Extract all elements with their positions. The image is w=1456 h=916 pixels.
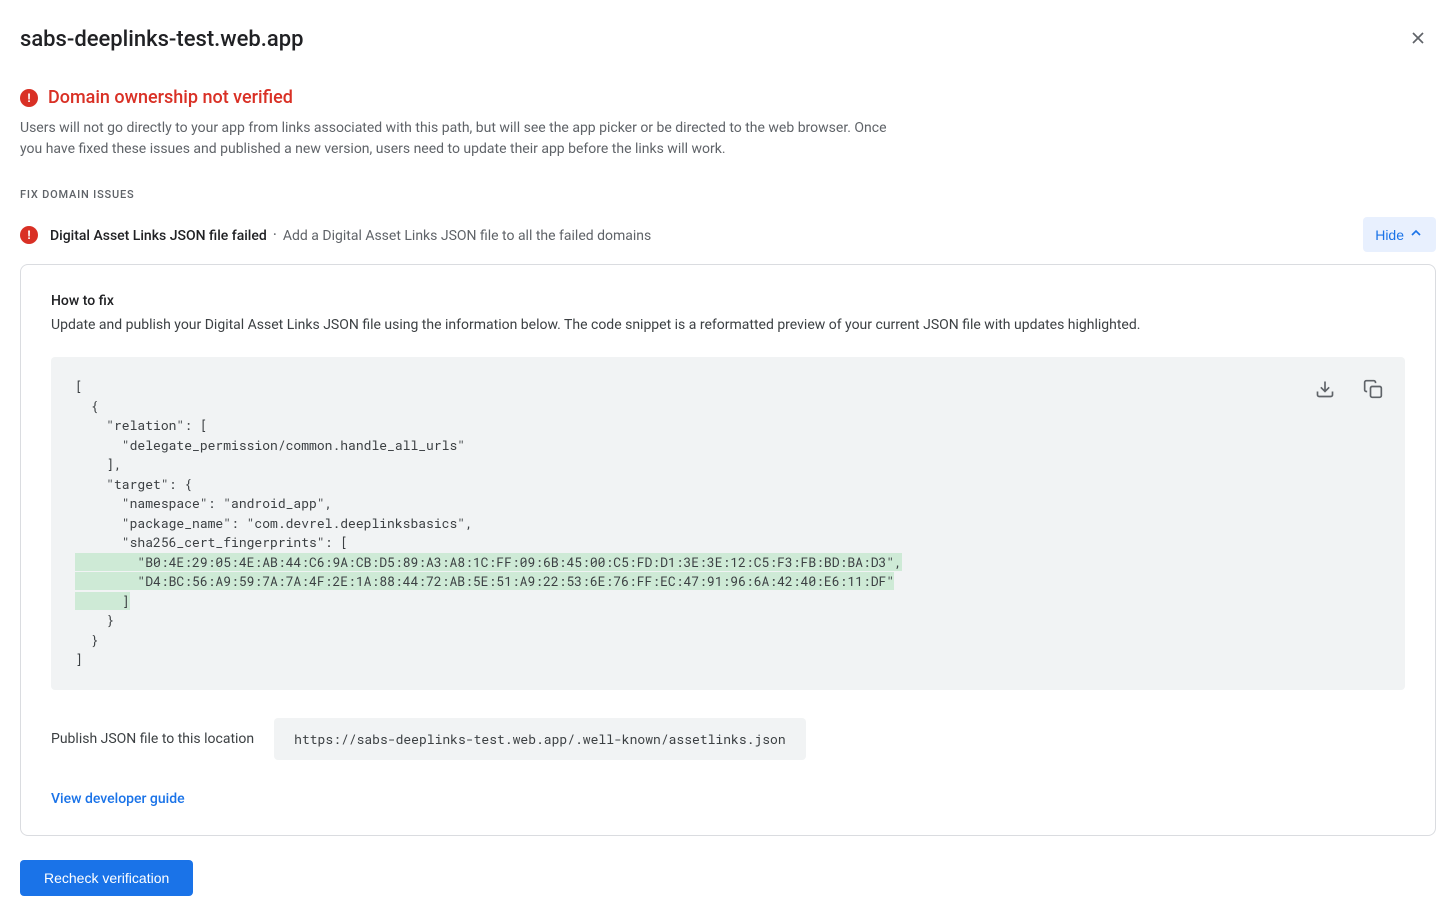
recheck-verification-button[interactable]: Recheck verification (20, 860, 193, 896)
status-description: Users will not go directly to your app f… (20, 118, 890, 160)
download-icon (1315, 379, 1335, 402)
fix-card: How to fix Update and publish your Digit… (20, 264, 1436, 836)
code-line-highlighted: "B0:4E:29:05:4E:AB:44:C6:9A:CB:D5:89:A3:… (75, 553, 902, 571)
error-icon: ! (20, 89, 38, 107)
code-line: "target": { (75, 475, 192, 493)
download-button[interactable] (1311, 375, 1339, 406)
code-line: } (75, 611, 114, 629)
code-line: ] (75, 650, 83, 668)
code-line: "namespace": "android_app", (75, 494, 332, 512)
separator: · (273, 225, 281, 244)
issue-subtitle: Add a Digital Asset Links JSON file to a… (283, 228, 651, 244)
status-title: Domain ownership not verified (48, 87, 293, 108)
code-line-highlighted: ] (75, 592, 130, 610)
copy-icon (1363, 379, 1383, 402)
code-line: "delegate_permission/common.handle_all_u… (75, 436, 465, 454)
publish-url: https://sabs-deeplinks-test.web.app/.wel… (274, 718, 805, 760)
publish-label: Publish JSON file to this location (51, 731, 254, 747)
code-line: "sha256_cert_fingerprints": [ (75, 533, 348, 551)
toggle-label: Hide (1375, 227, 1404, 243)
page-title: sabs-deeplinks-test.web.app (20, 27, 303, 52)
code-line: "relation": [ (75, 416, 208, 434)
toggle-collapse-button[interactable]: Hide (1363, 217, 1436, 252)
issue-title: Digital Asset Links JSON file failed (50, 228, 267, 244)
copy-button[interactable] (1359, 375, 1387, 406)
code-line: [ (75, 377, 83, 395)
close-icon (1408, 28, 1428, 51)
code-block: [ { "relation": [ "delegate_permission/c… (51, 357, 1405, 690)
section-heading: FIX DOMAIN ISSUES (20, 188, 1436, 201)
close-button[interactable] (1400, 20, 1436, 59)
error-icon: ! (20, 226, 38, 244)
code-line: ], (75, 455, 122, 473)
howto-description: Update and publish your Digital Asset Li… (51, 317, 1405, 333)
developer-guide-link[interactable]: View developer guide (51, 791, 185, 807)
chevron-up-icon (1408, 225, 1424, 244)
code-line: "package_name": "com.devrel.deeplinksbas… (75, 514, 473, 532)
howto-title: How to fix (51, 293, 1405, 309)
code-line-highlighted: "D4:BC:56:A9:59:7A:7A:4F:2E:1A:88:44:72:… (75, 572, 894, 590)
code-line: { (75, 397, 98, 415)
code-line: } (75, 631, 98, 649)
